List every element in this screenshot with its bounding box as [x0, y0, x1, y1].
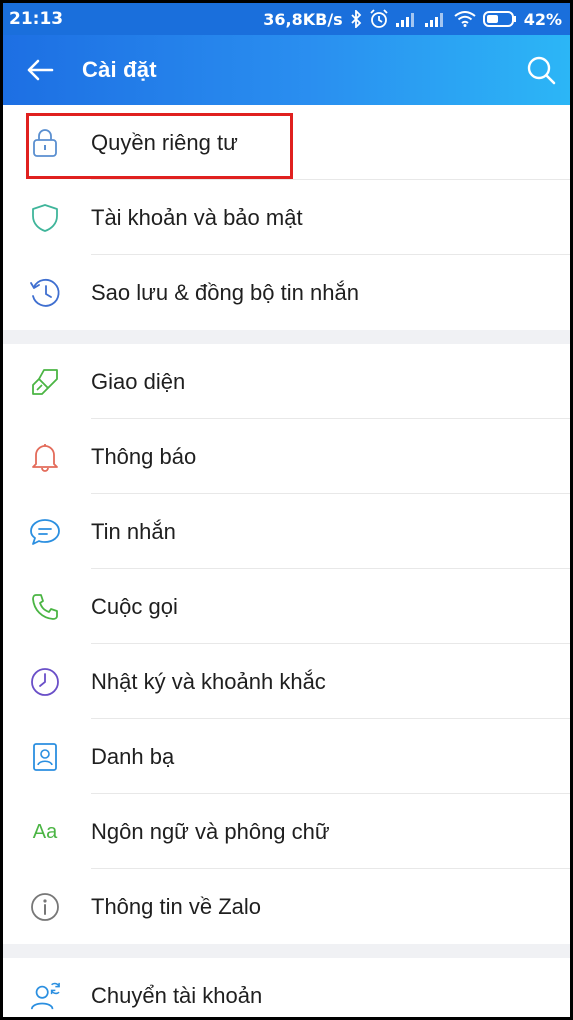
settings-item-about-zalo[interactable]: Thông tin về Zalo: [3, 869, 570, 944]
clock-icon: [29, 666, 61, 698]
bell-icon: [29, 441, 61, 473]
wifi-icon: [454, 11, 476, 27]
settings-item-contacts[interactable]: Danh bạ: [3, 719, 570, 794]
settings-item-label: Quyền riêng tư: [91, 130, 238, 155]
settings-item-messages[interactable]: Tin nhắn: [3, 494, 570, 569]
battery-percent: 42%: [523, 9, 562, 29]
settings-item-label: Danh bạ: [91, 744, 175, 769]
app-bar: Cài đặt: [3, 35, 570, 105]
settings-item-label: Chuyển tài khoản: [91, 983, 263, 1008]
paint-brush-icon: [29, 366, 61, 398]
lock-icon: [29, 127, 61, 159]
arrow-left-icon: [27, 59, 54, 81]
back-button[interactable]: [17, 47, 63, 93]
alarm-icon: [369, 9, 389, 29]
settings-item-notifications[interactable]: Thông báo: [3, 419, 570, 494]
switch-account-icon: [29, 980, 61, 1012]
contact-card-icon: [29, 741, 61, 773]
signal-icon-2: [424, 11, 447, 27]
network-speed: 36,8KB/s: [263, 9, 343, 29]
section-separator: [3, 944, 570, 958]
settings-item-switch-account[interactable]: Chuyển tài khoản: [3, 958, 570, 1017]
settings-item-label: Thông tin về Zalo: [91, 894, 261, 919]
search-icon: [527, 56, 556, 85]
settings-item-account-security[interactable]: Tài khoản và bảo mật: [3, 180, 570, 255]
settings-item-calls[interactable]: Cuộc gọi: [3, 569, 570, 644]
settings-list: Quyền riêng tư Tài khoản và bảo mật Sao …: [3, 105, 570, 1017]
shield-icon: [29, 202, 61, 234]
status-bar: 21:13 36,8KB/s 42%: [3, 3, 570, 35]
settings-item-label: Giao diện: [91, 369, 186, 394]
settings-item-label: Tin nhắn: [91, 519, 176, 544]
status-time: 21:13: [9, 9, 64, 29]
settings-item-label: Nhật ký và khoảnh khắc: [91, 669, 326, 694]
signal-icon-1: [395, 11, 418, 27]
section-separator: [3, 330, 570, 344]
settings-item-label: Cuộc gọi: [91, 594, 178, 619]
search-button[interactable]: [518, 47, 564, 93]
phone-icon: [29, 591, 61, 623]
font-icon: Aa: [32, 820, 58, 843]
settings-item-label: Sao lưu & đồng bộ tin nhắn: [91, 280, 359, 305]
battery-icon: [482, 11, 517, 27]
settings-item-timeline[interactable]: Nhật ký và khoảnh khắc: [3, 644, 570, 719]
settings-item-privacy[interactable]: Quyền riêng tư: [3, 105, 570, 180]
settings-item-label: Tài khoản và bảo mật: [91, 205, 303, 230]
page-title: Cài đặt: [82, 57, 157, 82]
settings-item-appearance[interactable]: Giao diện: [3, 344, 570, 419]
settings-item-backup-sync[interactable]: Sao lưu & đồng bộ tin nhắn: [3, 255, 570, 330]
info-icon: [29, 891, 61, 923]
bluetooth-icon: [350, 10, 362, 28]
settings-item-label: Thông báo: [91, 444, 197, 469]
settings-item-label: Ngôn ngữ và phông chữ: [91, 819, 330, 844]
status-indicators: 36,8KB/s 42%: [263, 8, 562, 30]
screen: 21:13 36,8KB/s 42% Cài đặt Quyền riêng t…: [3, 3, 570, 1017]
settings-item-language-font[interactable]: Aa Ngôn ngữ và phông chữ: [3, 794, 570, 869]
chat-bubble-icon: [29, 516, 61, 548]
history-clock-icon: [29, 277, 61, 309]
